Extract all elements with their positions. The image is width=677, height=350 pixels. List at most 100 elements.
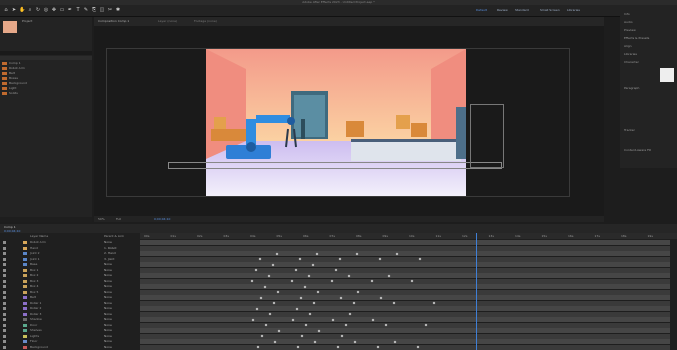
- layer-duration-bar[interactable]: [140, 339, 670, 344]
- layer-row[interactable]: Hand 1. Robot: [0, 246, 140, 251]
- layer-duration-bar[interactable]: [140, 256, 670, 262]
- keyframe-marker[interactable]: [294, 268, 298, 272]
- keyframe-marker[interactable]: [298, 257, 302, 261]
- zoom-level[interactable]: 50%: [98, 217, 105, 221]
- keyframe-marker[interactable]: [263, 285, 267, 288]
- layer-label-color[interactable]: [23, 241, 27, 244]
- rectangle-tool-icon[interactable]: ▭: [59, 7, 65, 13]
- keyframe-marker[interactable]: [334, 268, 338, 272]
- keyframe-marker[interactable]: [317, 329, 321, 332]
- playhead[interactable]: [476, 233, 477, 350]
- layer-duration-bar[interactable]: [140, 284, 670, 289]
- parent-select[interactable]: None: [104, 290, 112, 295]
- parent-select[interactable]: None: [104, 262, 112, 267]
- layer-label-color[interactable]: [23, 290, 27, 294]
- parent-select[interactable]: None: [104, 323, 112, 328]
- keyframe-marker[interactable]: [271, 263, 275, 266]
- parent-select[interactable]: None: [104, 345, 112, 350]
- selection-bounding-box[interactable]: [168, 162, 502, 169]
- workspace-libraries[interactable]: Libraries: [567, 8, 580, 12]
- layer-label-color[interactable]: [23, 252, 27, 255]
- keyframe-marker[interactable]: [316, 290, 320, 294]
- layer-label-color[interactable]: [23, 312, 27, 316]
- visibility-eye-icon[interactable]: [3, 345, 6, 349]
- parent-select[interactable]: None: [104, 334, 112, 339]
- keyframe-marker[interactable]: [340, 334, 344, 338]
- keyframe-marker[interactable]: [255, 307, 259, 310]
- parent-select[interactable]: None: [104, 284, 112, 289]
- project-item[interactable]: Background: [2, 81, 90, 85]
- parent-select[interactable]: None: [104, 295, 112, 300]
- panel-effects[interactable]: Effects & Presets: [624, 36, 649, 40]
- parent-select[interactable]: 1. Robot: [104, 246, 117, 251]
- layer-label-color[interactable]: [23, 279, 27, 283]
- keyframe-marker[interactable]: [299, 296, 303, 299]
- panel-align[interactable]: Align: [624, 44, 632, 48]
- layer-duration-bar[interactable]: [140, 300, 670, 306]
- parent-select[interactable]: None: [104, 312, 112, 317]
- keyframe-marker[interactable]: [353, 340, 357, 343]
- tab-layer[interactable]: Layer (none): [158, 19, 177, 23]
- keyframe-marker[interactable]: [273, 340, 277, 343]
- layer-row[interactable]: Box 5 None: [0, 290, 140, 295]
- keyframe-marker[interactable]: [295, 307, 299, 310]
- keyframe-marker[interactable]: [250, 279, 254, 283]
- layer-duration-bar[interactable]: [140, 289, 670, 295]
- parent-select[interactable]: None: [104, 268, 112, 273]
- layer-row[interactable]: Box 3 None: [0, 279, 140, 284]
- keyframe-marker[interactable]: [416, 345, 420, 349]
- keyframe-marker[interactable]: [352, 301, 356, 305]
- keyframe-marker[interactable]: [275, 252, 279, 255]
- visibility-eye-icon[interactable]: [3, 334, 6, 338]
- visibility-eye-icon[interactable]: [3, 312, 6, 316]
- keyframe-marker[interactable]: [384, 323, 388, 327]
- project-item[interactable]: Belt: [2, 71, 90, 75]
- keyframe-marker[interactable]: [311, 263, 315, 266]
- keyframe-marker[interactable]: [276, 290, 280, 294]
- home-icon[interactable]: ⌂: [3, 7, 9, 13]
- project-item[interactable]: Light: [2, 86, 90, 90]
- keyframe-marker[interactable]: [356, 290, 360, 294]
- layer-duration-bar[interactable]: [140, 344, 670, 350]
- keyframe-marker[interactable]: [303, 285, 307, 288]
- keyframe-marker[interactable]: [272, 301, 276, 305]
- layer-label-color[interactable]: [23, 329, 27, 332]
- parent-select[interactable]: None: [104, 279, 112, 284]
- panel-character[interactable]: Character: [624, 60, 639, 64]
- comp-canvas[interactable]: [206, 49, 466, 196]
- layer-row[interactable]: Lights None: [0, 334, 140, 339]
- keyframe-marker[interactable]: [330, 279, 334, 283]
- layer-label-color[interactable]: [23, 323, 27, 327]
- layer-duration-bar[interactable]: [140, 306, 670, 311]
- parent-select[interactable]: None: [104, 273, 112, 278]
- layer-label-color[interactable]: [23, 274, 27, 277]
- project-item[interactable]: Solids: [2, 91, 90, 95]
- keyframe-marker[interactable]: [259, 296, 263, 299]
- keyframe-marker[interactable]: [260, 334, 264, 338]
- keyframe-marker[interactable]: [379, 296, 383, 299]
- layer-label-color[interactable]: [23, 285, 27, 288]
- visibility-eye-icon[interactable]: [3, 279, 6, 283]
- tab-composition[interactable]: Composition Comp 1: [98, 19, 129, 23]
- layer-row[interactable]: Background None: [0, 345, 140, 350]
- layer-row[interactable]: Shadow None: [0, 317, 140, 322]
- layer-duration-bar[interactable]: [140, 317, 670, 322]
- parent-select[interactable]: None: [104, 339, 112, 344]
- layer-row[interactable]: Box 1 None: [0, 268, 140, 273]
- layer-duration-bar[interactable]: [140, 245, 670, 251]
- layer-row[interactable]: Belt None: [0, 295, 140, 300]
- visibility-eye-icon[interactable]: [3, 257, 6, 261]
- layer-row[interactable]: Door None: [0, 323, 140, 328]
- parent-select[interactable]: None: [104, 301, 112, 306]
- parent-select[interactable]: 3. Joint: [104, 257, 114, 262]
- layer-row[interactable]: Roller 2 None: [0, 306, 140, 311]
- keyframe-marker[interactable]: [370, 279, 374, 283]
- keyframe-marker[interactable]: [331, 318, 335, 321]
- keyframe-marker[interactable]: [291, 318, 295, 321]
- layer-duration-bar[interactable]: [140, 278, 670, 284]
- visibility-eye-icon[interactable]: [3, 263, 6, 266]
- keyframe-marker[interactable]: [308, 312, 312, 316]
- keyframe-marker[interactable]: [432, 301, 436, 305]
- keyframe-marker[interactable]: [258, 257, 262, 261]
- workspace-review[interactable]: Review: [497, 8, 508, 12]
